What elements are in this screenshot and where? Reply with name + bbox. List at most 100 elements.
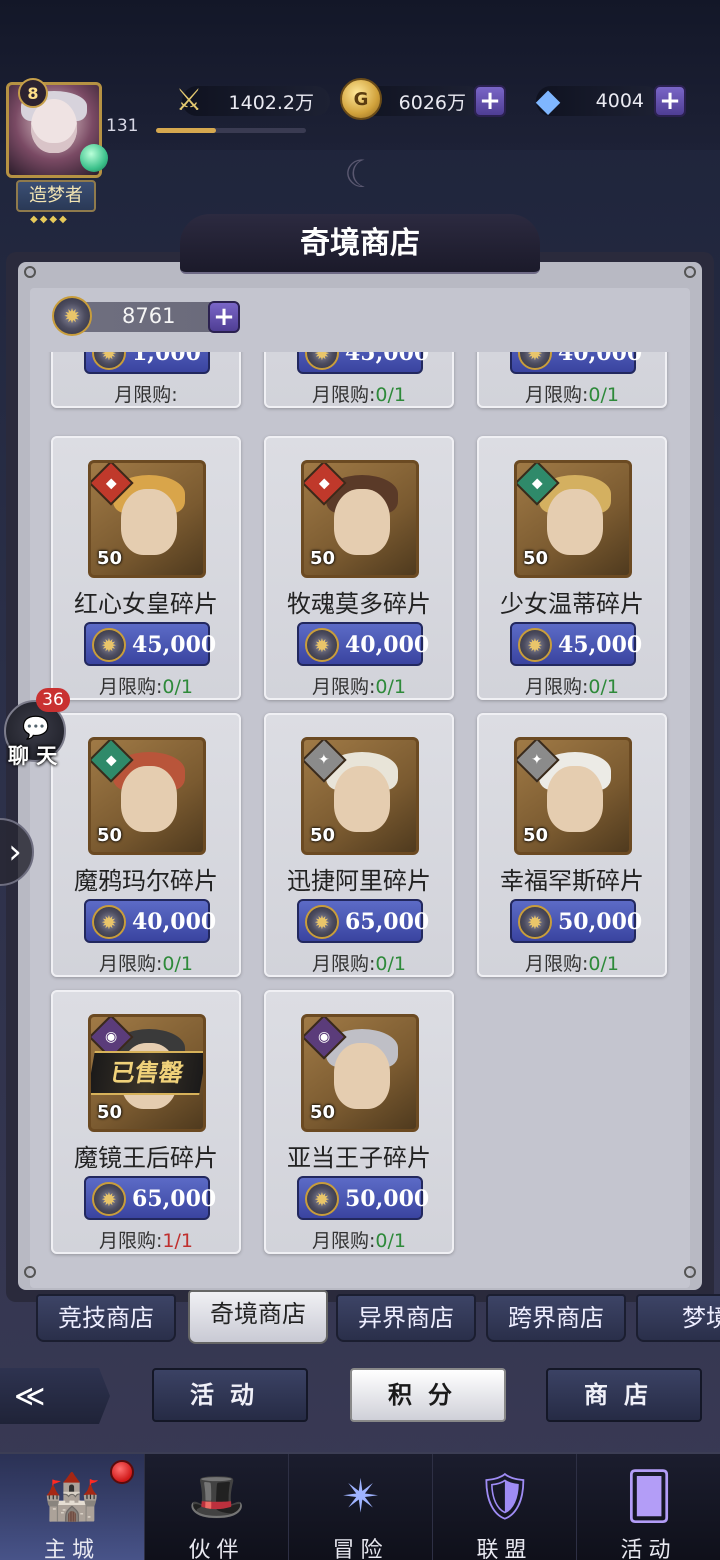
add-gold-button[interactable]: + (474, 85, 506, 117)
shop-item-card[interactable]: ✹ 1,000 月限购: (51, 352, 241, 408)
buy-price-button[interactable]: ✹ 40,000 (84, 899, 216, 943)
buy-price-button[interactable]: ✹ 65,000 (84, 1176, 216, 1220)
item-shard-image: ◉ 50 (301, 1014, 419, 1132)
limit-label: 月限购: (99, 1230, 163, 1252)
shop-item-card[interactable]: ◉ 50 亚当王子碎片 ✹ 50,000 月限购:0/1 (264, 990, 454, 1254)
shop-token-icon: ✹ (518, 352, 552, 370)
limit-label: 月限购: (114, 384, 178, 406)
shop-token-icon: ✹ (92, 352, 126, 370)
limit-value: 0/1 (588, 676, 619, 698)
limit-label: 月限购: (99, 676, 163, 698)
chat-bubble-icon: 💬 (22, 716, 50, 741)
purchase-limit: 月限购: (53, 380, 239, 407)
shard-count: 50 (523, 548, 549, 569)
notification-dot (110, 1460, 134, 1484)
shop-item-card[interactable]: ◆ 50 少女温蒂碎片 ✹ 45,000 月限购:0/1 (477, 436, 667, 700)
element-glyph: ✦ (531, 751, 543, 768)
limit-value: 0/1 (375, 1230, 406, 1252)
compass-orb-icon: ✴ (341, 1469, 381, 1523)
shop-item-card[interactable]: ✹ 45,000 月限购:0/1 (264, 352, 454, 408)
shop-token-icon: ✹ (305, 905, 339, 939)
character-face (334, 766, 390, 832)
shard-count: 50 (97, 548, 123, 569)
shard-count: 50 (310, 548, 336, 569)
shop-item-card[interactable]: ✦ 50 迅捷阿里碎片 ✹ 65,000 月限购:0/1 (264, 713, 454, 977)
shop-tab[interactable]: 奇境商店 (188, 1290, 328, 1344)
buy-price-button[interactable]: ✹ 50,000 (297, 1176, 429, 1220)
shop-tab[interactable]: 跨界商店 (486, 1294, 626, 1342)
shard-count: 50 (523, 825, 549, 846)
buy-price-button[interactable]: ✹ 45,000 (510, 622, 642, 666)
shop-tab[interactable]: 梦境 (636, 1294, 720, 1342)
shop-item-card[interactable]: ◆ 50 牧魂莫多碎片 ✹ 40,000 月限购:0/1 (264, 436, 454, 700)
buy-price-button[interactable]: ✹ 1,000 (84, 352, 210, 374)
shop-title: 奇境商店 (180, 214, 540, 274)
limit-label: 月限购: (525, 953, 589, 975)
item-name: 少女温蒂碎片 (500, 590, 644, 618)
element-glyph: ◉ (317, 1029, 331, 1045)
shop-item-card[interactable]: ◆ 50 魔鸦玛尔碎片 ✹ 40,000 月限购:0/1 (51, 713, 241, 977)
buy-price-button[interactable]: ✹ 40,000 (297, 622, 429, 666)
category-tab[interactable]: 商店 (546, 1368, 702, 1422)
item-price: 45,000 (132, 632, 217, 658)
shop-tab[interactable]: 异界商店 (336, 1294, 476, 1342)
shield-icon: 🛡 (475, 1468, 535, 1523)
item-shard-image: ◉ 50 已售罄 (88, 1014, 206, 1132)
buy-price-button[interactable]: ✹ 40,000 (510, 352, 642, 374)
buy-price-button[interactable]: ✹ 50,000 (510, 899, 642, 943)
purchase-limit: 月限购:0/1 (479, 949, 665, 976)
player-title: 造梦者 (16, 180, 96, 212)
limit-value: 0/1 (375, 953, 406, 975)
exp-bar-fill (156, 128, 216, 133)
player-level-badge: 8 (18, 78, 48, 108)
buy-price-button[interactable]: ✹ 65,000 (297, 899, 429, 943)
item-price: 65,000 (132, 1186, 217, 1212)
buy-price-button[interactable]: ✹ 45,000 (297, 352, 429, 374)
shop-item-card[interactable]: ◆ 50 红心女皇碎片 ✹ 45,000 月限购:0/1 (51, 436, 241, 700)
character-face (121, 489, 177, 555)
item-price: 50,000 (558, 909, 643, 935)
diamond-display: ◆ 4004 (536, 81, 660, 119)
purchase-limit: 月限购:0/1 (53, 672, 239, 699)
limit-label: 月限购: (99, 953, 163, 975)
purchase-limit: 月限购:0/1 (266, 380, 452, 407)
limit-value: 0/1 (588, 953, 619, 975)
item-shard-image: ◆ 50 (301, 460, 419, 578)
shop-item-card[interactable]: ✹ 40,000 月限购:0/1 (477, 352, 667, 408)
back-button[interactable]: ≪ (0, 1368, 110, 1424)
element-glyph: ◆ (105, 475, 117, 491)
item-price: 50,000 (345, 1186, 430, 1212)
item-price: 40,000 (558, 352, 643, 366)
category-tab[interactable]: 积分 (350, 1368, 506, 1422)
element-glyph: ◆ (105, 752, 117, 768)
nav-label: 活动 (620, 1538, 677, 1560)
limit-label: 月限购: (312, 1230, 376, 1252)
gold-coin-icon: G (340, 78, 382, 120)
character-face (334, 489, 390, 555)
nav-label: 主城 (43, 1538, 100, 1560)
shop-tab[interactable]: 竞技商店 (36, 1294, 176, 1342)
chevron-right-icon: › (8, 832, 22, 872)
power-value: 1402.2万 (228, 91, 314, 114)
nav-item[interactable]: 🏰 主城 (0, 1454, 144, 1560)
shop-item-card[interactable]: ✦ 50 幸福罕斯碎片 ✹ 50,000 月限购:0/1 (477, 713, 667, 977)
buy-price-button[interactable]: ✹ 45,000 (84, 622, 216, 666)
nav-item[interactable]: 🂠 活动 (576, 1454, 720, 1560)
shop-token-icon: ✹ (92, 628, 126, 662)
shard-count: 50 (97, 1102, 123, 1123)
item-shard-image: ◆ 50 (514, 460, 632, 578)
title-stars: ◆◆◆◆ (30, 214, 69, 225)
corner-ornament (24, 266, 36, 278)
chat-label: 聊 天 (8, 744, 58, 768)
nav-item[interactable]: 🎩 伙伴 (144, 1454, 288, 1560)
add-points-button[interactable]: + (208, 301, 240, 333)
add-diamond-button[interactable]: + (654, 85, 686, 117)
nav-item[interactable]: 🛡 联盟 (432, 1454, 576, 1560)
purchase-limit: 月限购:0/1 (53, 949, 239, 976)
shop-token-icon: ✹ (52, 296, 92, 336)
category-tab[interactable]: 活动 (152, 1368, 308, 1422)
shop-item-card[interactable]: ◉ 50 已售罄 魔镜王后碎片 ✹ 65,000 月限购:1/1 (51, 990, 241, 1254)
element-glyph: ◆ (318, 475, 330, 491)
item-shard-image: ✦ 50 (301, 737, 419, 855)
nav-item[interactable]: ✴ 冒险 (288, 1454, 432, 1560)
